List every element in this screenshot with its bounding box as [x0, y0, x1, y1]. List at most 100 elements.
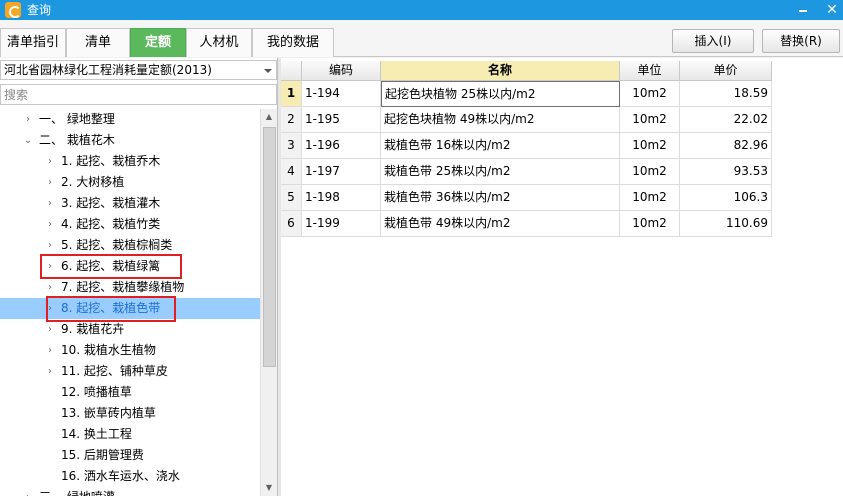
tree-scrollbar[interactable]: ▲ ▼ — [260, 109, 277, 496]
tree-node[interactable]: › 4. 起挖、栽植竹类 — [0, 214, 260, 235]
tab-list-guide[interactable]: 清单指引 — [0, 28, 66, 57]
name-cell[interactable]: 栽植色带 36株以内/m2 — [381, 185, 620, 211]
insert-button[interactable]: 插入(I) — [672, 29, 754, 53]
row-index[interactable]: 5 — [281, 185, 302, 211]
name-cell[interactable]: 起挖色块植物 25株以内/m2 — [381, 81, 620, 107]
close-button[interactable]: ✕ — [821, 0, 843, 20]
tree-node[interactable]: › 7. 起挖、栽植攀缘植物 — [0, 277, 260, 298]
annotation-box — [40, 254, 182, 279]
grid-header-index — [281, 61, 302, 81]
tree-node-label: 5. 起挖、栽植棕榈类 — [61, 238, 173, 252]
table-row[interactable]: 2 1-195 起挖色块植物 49株以内/m2 10m2 22.02 — [281, 107, 772, 133]
tree-node-label: 15. 后期管理费 — [61, 448, 144, 462]
tree-node-label: 10. 栽植水生植物 — [61, 343, 156, 357]
price-cell[interactable]: 22.02 — [680, 107, 772, 133]
unit-cell[interactable]: 10m2 — [620, 133, 680, 159]
price-cell[interactable]: 110.69 — [680, 211, 772, 237]
grid-header-code[interactable]: 编码 — [302, 61, 381, 81]
tree-node[interactable]: › 11. 起挖、铺种草皮 — [0, 361, 260, 382]
price-cell[interactable]: 106.3 — [680, 185, 772, 211]
chevron-right-icon[interactable]: › — [44, 214, 56, 235]
price-cell[interactable]: 18.59 — [680, 81, 772, 107]
tree-node[interactable]: 13. 嵌草砖内植草 — [0, 403, 260, 424]
tree-node-label: 3. 起挖、栽植灌木 — [61, 196, 161, 210]
search-input[interactable] — [0, 84, 277, 105]
price-cell[interactable]: 82.96 — [680, 133, 772, 159]
code-cell[interactable]: 1-197 — [302, 159, 381, 185]
dropdown-arrow-icon[interactable] — [264, 69, 272, 73]
quota-library-value: 河北省园林绿化工程消耗量定额(2013) — [4, 63, 212, 77]
table-row[interactable]: 5 1-198 栽植色带 36株以内/m2 10m2 106.3 — [281, 185, 772, 211]
table-row[interactable]: 1 1-194 起挖色块植物 25株以内/m2 10m2 18.59 — [281, 81, 772, 107]
price-cell[interactable]: 93.53 — [680, 159, 772, 185]
code-cell[interactable]: 1-196 — [302, 133, 381, 159]
scroll-down-arrow-icon[interactable]: ▼ — [261, 480, 277, 496]
name-cell[interactable]: 栽植色带 16株以内/m2 — [381, 133, 620, 159]
app-logo-icon — [5, 2, 21, 18]
row-index[interactable]: 2 — [281, 107, 302, 133]
row-index[interactable]: 3 — [281, 133, 302, 159]
tree-node[interactable]: › 一、 绿地整理 — [0, 109, 260, 130]
unit-cell[interactable]: 10m2 — [620, 211, 680, 237]
replace-button[interactable]: 替换(R) — [762, 29, 840, 53]
tree-node[interactable]: › 5. 起挖、栽植棕榈类 — [0, 235, 260, 256]
code-cell[interactable]: 1-195 — [302, 107, 381, 133]
tree-node-label: 16. 洒水车运水、浇水 — [61, 469, 180, 483]
name-cell[interactable]: 栽植色带 25株以内/m2 — [381, 159, 620, 185]
chevron-right-icon[interactable]: › — [44, 172, 56, 193]
tab-my-data[interactable]: 我的数据 — [252, 28, 334, 57]
table-row[interactable]: 3 1-196 栽植色带 16株以内/m2 10m2 82.96 — [281, 133, 772, 159]
tab-materials[interactable]: 人材机 — [186, 28, 252, 57]
tab-quota[interactable]: 定额 — [130, 28, 186, 57]
chevron-right-icon[interactable]: › — [44, 193, 56, 214]
grid-header-price[interactable]: 单价 — [680, 61, 772, 81]
grid-header-unit[interactable]: 单位 — [620, 61, 680, 81]
table-row[interactable]: 6 1-199 栽植色带 49株以内/m2 10m2 110.69 — [281, 211, 772, 237]
chevron-right-icon[interactable]: › — [44, 277, 56, 298]
name-cell[interactable]: 栽植色带 49株以内/m2 — [381, 211, 620, 237]
tree-node-label: 12. 喷播植草 — [61, 385, 132, 399]
chevron-right-icon[interactable]: › — [44, 340, 56, 361]
tree-node-label: 7. 起挖、栽植攀缘植物 — [61, 280, 185, 294]
tree-node[interactable]: 14. 换土工程 — [0, 424, 260, 445]
chevron-right-icon[interactable]: › — [22, 109, 34, 130]
chevron-right-icon[interactable]: › — [44, 235, 56, 256]
tree-node[interactable]: › 1. 起挖、栽植乔木 — [0, 151, 260, 172]
tree-node[interactable]: › 2. 大树移植 — [0, 172, 260, 193]
chevron-down-icon[interactable]: ⌄ — [22, 130, 34, 151]
code-cell[interactable]: 1-194 — [302, 81, 381, 107]
quota-library-select[interactable]: 河北省园林绿化工程消耗量定额(2013) — [0, 60, 277, 80]
scroll-thumb[interactable] — [263, 127, 276, 367]
row-index[interactable]: 1 — [281, 81, 302, 107]
tree-node[interactable]: 16. 洒水车运水、浇水 — [0, 466, 260, 487]
tree-node[interactable]: › 10. 栽植水生植物 — [0, 340, 260, 361]
row-index[interactable]: 6 — [281, 211, 302, 237]
tab-list[interactable]: 清单 — [66, 28, 130, 57]
code-cell[interactable]: 1-198 — [302, 185, 381, 211]
table-row[interactable]: 4 1-197 栽植色带 25株以内/m2 10m2 93.53 — [281, 159, 772, 185]
row-index[interactable]: 4 — [281, 159, 302, 185]
scroll-up-arrow-icon[interactable]: ▲ — [261, 109, 277, 125]
chevron-right-icon[interactable]: › — [44, 319, 56, 340]
tree-node[interactable]: › 3. 起挖、栽植灌木 — [0, 193, 260, 214]
unit-cell[interactable]: 10m2 — [620, 185, 680, 211]
quota-tree-panel: 河北省园林绿化工程消耗量定额(2013) › 一、 绿地整理 ⌄ 二、 栽植花木 › 1.… — [0, 58, 278, 496]
chevron-right-icon[interactable]: › — [44, 361, 56, 382]
code-cell[interactable]: 1-199 — [302, 211, 381, 237]
window-title: 查询 — [27, 3, 52, 17]
name-cell[interactable]: 起挖色块植物 49株以内/m2 — [381, 107, 620, 133]
minimize-button[interactable] — [792, 0, 814, 20]
chevron-right-icon[interactable]: › — [44, 151, 56, 172]
unit-cell[interactable]: 10m2 — [620, 107, 680, 133]
tree-node[interactable]: 12. 喷播植草 — [0, 382, 260, 403]
unit-cell[interactable]: 10m2 — [620, 159, 680, 185]
chevron-right-icon[interactable]: › — [22, 487, 34, 496]
unit-cell[interactable]: 10m2 — [620, 81, 680, 107]
grid-header-name[interactable]: 名称 — [381, 61, 620, 81]
tree-node[interactable]: › 三、 绿地喷灌 — [0, 487, 260, 496]
tree-node[interactable]: › 9. 栽植花卉 — [0, 319, 260, 340]
tree-node[interactable]: ⌄ 二、 栽植花木 — [0, 130, 260, 151]
chapter-tree: › 一、 绿地整理 ⌄ 二、 栽植花木 › 1. 起挖、栽植乔木 › 2. 大树移植 › 3. 起… — [0, 109, 260, 496]
tree-node[interactable]: 15. 后期管理费 — [0, 445, 260, 466]
